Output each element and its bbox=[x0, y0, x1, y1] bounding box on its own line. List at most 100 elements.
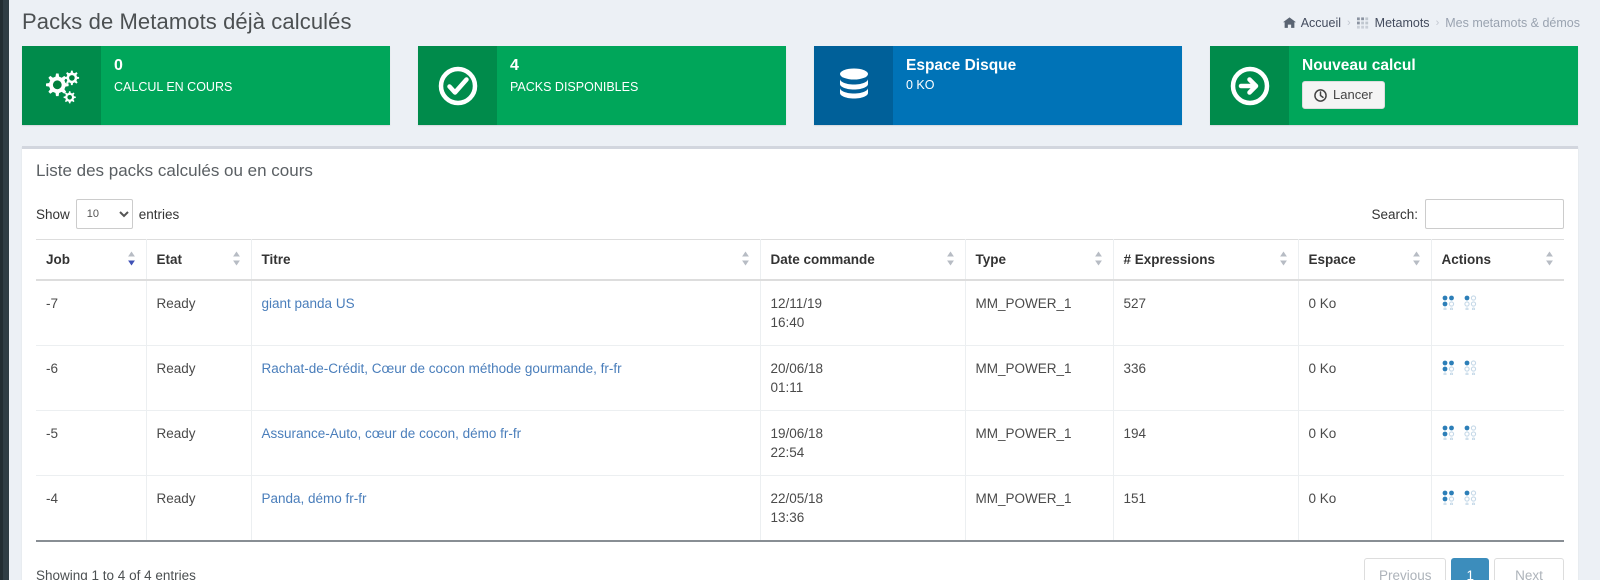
search-control: Search: bbox=[1371, 199, 1564, 229]
cell-expressions: 194 bbox=[1113, 410, 1299, 476]
sort-icon-expressions[interactable] bbox=[1278, 251, 1289, 269]
cell-date: 12/11/19 16:40 bbox=[760, 280, 966, 346]
pack-title-link[interactable]: Rachat-de-Crédit, Cœur de cocon méthode … bbox=[262, 361, 622, 376]
page-title: Packs de Metamots déjà calculés bbox=[22, 9, 352, 34]
entries-label: entries bbox=[138, 206, 180, 222]
card-espace-disque: Espace Disque 0 KO bbox=[814, 46, 1182, 125]
col-type-label: Type bbox=[975, 252, 1007, 267]
arrow-circle-right-icon bbox=[1210, 46, 1289, 125]
card-calcul-body: 0 CALCUL EN COURS bbox=[101, 46, 390, 125]
cell-titre: Assurance-Auto, cœur de cocon, démo fr-f… bbox=[251, 410, 761, 476]
col-actions[interactable]: Actions bbox=[1431, 239, 1564, 281]
cell-titre: giant panda US bbox=[251, 280, 761, 346]
pack-title-link[interactable]: Assurance-Auto, cœur de cocon, démo fr-f… bbox=[262, 426, 522, 441]
lancer-button-label: Lancer bbox=[1333, 87, 1373, 102]
col-titre[interactable]: Titre bbox=[251, 239, 761, 281]
breadcrumb-item-accueil[interactable]: Accueil bbox=[1282, 16, 1341, 30]
cell-expressions: 336 bbox=[1113, 345, 1299, 411]
pack-title-link[interactable]: giant panda US bbox=[262, 296, 355, 311]
cell-type: MM_POWER_1 bbox=[965, 345, 1114, 411]
check-circle-icon bbox=[418, 46, 497, 125]
card-packs-number: 4 bbox=[510, 57, 520, 74]
table-row: -5 Ready Assurance-Auto, cœur de cocon, … bbox=[36, 410, 1564, 476]
sidebar-rail bbox=[0, 0, 9, 580]
sort-icon-titre[interactable] bbox=[740, 251, 751, 269]
cell-job: -5 bbox=[36, 410, 147, 476]
lancer-button[interactable]: Lancer bbox=[1302, 81, 1385, 109]
breadcrumb-label-accueil: Accueil bbox=[1300, 16, 1341, 30]
cell-titre: Rachat-de-Crédit, Cœur de cocon méthode … bbox=[251, 345, 761, 411]
sort-icon-job[interactable] bbox=[126, 251, 137, 269]
card-espace-value: 0 KO bbox=[906, 78, 935, 92]
entries-select[interactable]: 102550100 bbox=[75, 199, 133, 229]
datatable-footer: Showing 1 to 4 of 4 entries Previous 1 N… bbox=[36, 542, 1564, 580]
pagination: Previous 1 Next bbox=[1363, 558, 1564, 580]
col-type[interactable]: Type bbox=[965, 239, 1114, 281]
cell-expressions: 151 bbox=[1113, 475, 1299, 542]
card-calcul-label: CALCUL EN COURS bbox=[114, 80, 233, 94]
cell-actions bbox=[1431, 475, 1564, 542]
row-action-icons bbox=[1442, 359, 1555, 376]
cell-type: MM_POWER_1 bbox=[965, 475, 1114, 542]
cell-expressions: 527 bbox=[1113, 280, 1299, 346]
table-row: -4 Ready Panda, démo fr-fr 22/05/18 13:36… bbox=[36, 475, 1564, 542]
sort-icon-espace[interactable] bbox=[1411, 251, 1422, 269]
col-date-commande[interactable]: Date commande bbox=[760, 239, 966, 281]
datatable-info: Showing 1 to 4 of 4 entries bbox=[36, 568, 196, 580]
play-circle-icon bbox=[1314, 88, 1327, 102]
dots-grid-icon-a[interactable] bbox=[1442, 425, 1457, 441]
pagination-previous[interactable]: Previous bbox=[1363, 558, 1447, 580]
cell-date-day: 12/11/19 bbox=[770, 296, 823, 311]
page-header: Packs de Metamots déjà calculés Accueil … bbox=[9, 0, 1600, 40]
cell-date-day: 22/05/18 bbox=[770, 491, 824, 506]
col-actions-label: Actions bbox=[1441, 252, 1492, 267]
cell-espace: 0 Ko bbox=[1298, 345, 1432, 411]
search-label: Search: bbox=[1371, 206, 1418, 222]
card-packs-body: 4 PACKS DISPONIBLES bbox=[497, 46, 786, 125]
dots-grid-icon-b[interactable] bbox=[1463, 425, 1479, 441]
sort-icon-type[interactable] bbox=[1093, 251, 1104, 269]
dots-grid-icon-b[interactable] bbox=[1463, 360, 1479, 376]
pack-title-link[interactable]: Panda, démo fr-fr bbox=[262, 491, 367, 506]
card-nouveau-body: Nouveau calcul Lancer bbox=[1289, 46, 1578, 125]
cell-date: 19/06/18 22:54 bbox=[760, 410, 966, 476]
col-expressions-label: # Expressions bbox=[1123, 252, 1216, 267]
sort-icon-actions[interactable] bbox=[1544, 251, 1555, 269]
entries-length-control: Show 102550100 entries bbox=[36, 199, 179, 229]
gears-icon bbox=[22, 46, 101, 125]
home-icon bbox=[1282, 17, 1296, 29]
row-action-icons bbox=[1442, 424, 1555, 441]
search-input[interactable] bbox=[1425, 199, 1564, 229]
sort-icon-date[interactable] bbox=[945, 251, 956, 269]
col-expressions[interactable]: # Expressions bbox=[1113, 239, 1299, 281]
breadcrumb-label-current: Mes metamots & démos bbox=[1445, 16, 1580, 30]
breadcrumb: Accueil › Metamots › Mes metamots & démo… bbox=[1282, 16, 1580, 30]
pagination-page-1[interactable]: 1 bbox=[1451, 558, 1489, 580]
cell-date-time: 01:11 bbox=[770, 380, 804, 395]
info-cards: 0 CALCUL EN COURS 4 PACKS DISPONIBLES Es… bbox=[9, 40, 1600, 125]
dots-grid-icon-b[interactable] bbox=[1463, 490, 1479, 506]
dots-grid-icon-b[interactable] bbox=[1463, 295, 1479, 311]
col-job[interactable]: Job bbox=[36, 239, 147, 281]
col-espace[interactable]: Espace bbox=[1298, 239, 1432, 281]
dots-grid-icon-a[interactable] bbox=[1442, 295, 1457, 311]
breadcrumb-item-metamots[interactable]: Metamots bbox=[1356, 16, 1430, 30]
datatable-controls: Show 102550100 entries Search: bbox=[36, 185, 1564, 239]
table-row: -6 Ready Rachat-de-Crédit, Cœur de cocon… bbox=[36, 345, 1564, 411]
sidebar-rail-edge bbox=[0, 0, 3, 580]
dots-grid-icon-a[interactable] bbox=[1442, 490, 1457, 506]
breadcrumb-separator-1: › bbox=[1347, 17, 1351, 29]
col-etat[interactable]: Etat bbox=[146, 239, 252, 281]
cell-etat: Ready bbox=[146, 280, 252, 346]
col-etat-label: Etat bbox=[156, 252, 183, 267]
metamots-grid-icon bbox=[1356, 17, 1370, 29]
sort-icon-etat[interactable] bbox=[231, 251, 242, 269]
pagination-next[interactable]: Next bbox=[1494, 558, 1564, 580]
cell-date-time: 13:36 bbox=[770, 510, 805, 525]
card-espace-body: Espace Disque 0 KO bbox=[893, 46, 1182, 125]
dots-grid-icon-a[interactable] bbox=[1442, 360, 1457, 376]
cell-etat: Ready bbox=[146, 410, 252, 476]
table-head: Job Etat Titre Date commande Type # Expr… bbox=[36, 239, 1564, 281]
page-root: Packs de Metamots déjà calculés Accueil … bbox=[0, 0, 1600, 580]
cell-actions bbox=[1431, 345, 1564, 411]
